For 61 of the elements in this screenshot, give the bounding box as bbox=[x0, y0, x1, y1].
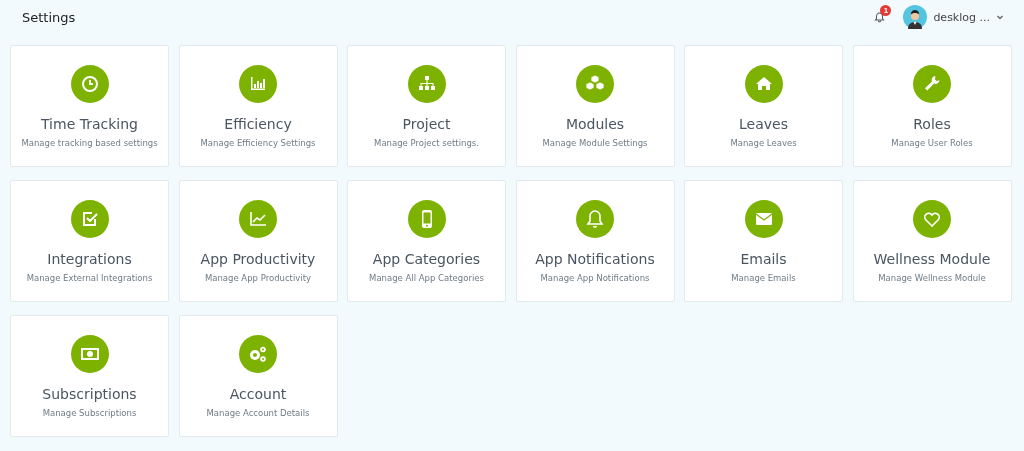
wrench-icon bbox=[913, 65, 951, 103]
card-description: Manage Emails bbox=[731, 273, 796, 283]
checkbox-icon bbox=[70, 200, 109, 238]
clock-icon bbox=[70, 65, 109, 103]
card-title: Subscriptions bbox=[42, 386, 137, 402]
settings-card[interactable]: Leaves Manage Leaves bbox=[684, 45, 843, 167]
card-description: Manage App Notifications bbox=[540, 273, 650, 283]
card-description: Manage All App Categories bbox=[369, 273, 484, 283]
settings-card[interactable]: App Productivity Manage App Productivity bbox=[178, 180, 338, 302]
card-description: Manage Account Details bbox=[206, 408, 310, 418]
settings-card[interactable]: Wellness Module Manage Wellness Module bbox=[852, 180, 1012, 302]
settings-card[interactable]: App Categories Manage All App Categories bbox=[347, 180, 506, 302]
card-description: Manage Leaves bbox=[730, 138, 797, 148]
phone-icon bbox=[407, 200, 446, 238]
settings-card[interactable]: Project Manage Project settings. bbox=[347, 45, 506, 167]
settings-card[interactable]: Time Tracking Manage tracking based settings bbox=[10, 45, 169, 167]
card-description: Manage Efficiency Settings bbox=[200, 138, 316, 148]
card-title: Account bbox=[229, 386, 287, 402]
settings-card[interactable]: App Notifications Manage App Notifications bbox=[515, 180, 675, 302]
notification-count-badge: 1 bbox=[880, 4, 892, 16]
card-description: Manage Subscriptions bbox=[42, 408, 137, 418]
card-title: App Categories bbox=[372, 251, 481, 267]
card-title: Time Tracking bbox=[41, 116, 138, 132]
card-description: Manage External Integrations bbox=[26, 273, 153, 283]
chevron-down-icon bbox=[996, 13, 1004, 21]
card-title: Integrations bbox=[47, 251, 132, 267]
card-title: Efficiency bbox=[224, 116, 292, 132]
settings-card[interactable]: Account Manage Account Details bbox=[178, 315, 338, 437]
card-description: Manage App Productivity bbox=[204, 273, 312, 283]
envelope-icon bbox=[744, 200, 783, 238]
banknote-icon bbox=[70, 335, 109, 373]
cubes-icon bbox=[576, 65, 614, 103]
card-description: Manage Project settings. bbox=[374, 138, 479, 148]
settings-card[interactable]: Subscriptions Manage Subscriptions bbox=[10, 315, 169, 437]
settings-card[interactable]: Efficiency Manage Efficiency Settings bbox=[178, 45, 338, 167]
card-title: Roles bbox=[913, 116, 951, 132]
card-description: Manage Module Settings bbox=[542, 138, 648, 148]
card-title: App Productivity bbox=[200, 251, 316, 267]
card-title: App Notifications bbox=[535, 251, 655, 267]
settings-card[interactable]: Emails Manage Emails bbox=[684, 180, 843, 302]
notifications-button[interactable]: 1 bbox=[872, 9, 888, 25]
card-description: Manage User Roles bbox=[891, 138, 973, 148]
page-title: Settings bbox=[22, 9, 76, 25]
settings-card[interactable]: Modules Manage Module Settings bbox=[515, 45, 675, 167]
line-chart-icon bbox=[239, 200, 277, 238]
card-title: Wellness Module bbox=[873, 251, 991, 267]
settings-card[interactable]: Roles Manage User Roles bbox=[852, 45, 1012, 167]
house-icon bbox=[744, 65, 783, 103]
card-description: Manage tracking based settings bbox=[21, 138, 158, 148]
bell-icon bbox=[874, 11, 886, 23]
bell-icon bbox=[576, 200, 614, 238]
card-title: Project bbox=[402, 116, 451, 132]
user-menu-button[interactable]: desklog ... bbox=[903, 5, 1004, 29]
card-description: Manage Wellness Module bbox=[878, 273, 986, 283]
card-title: Emails bbox=[740, 251, 787, 267]
hierarchy-icon bbox=[407, 65, 446, 103]
bar-chart-icon bbox=[239, 65, 277, 103]
settings-card[interactable]: Integrations Manage External Integrations bbox=[10, 180, 169, 302]
card-title: Modules bbox=[565, 116, 625, 132]
card-title: Leaves bbox=[739, 116, 788, 132]
avatar-icon bbox=[903, 5, 928, 29]
